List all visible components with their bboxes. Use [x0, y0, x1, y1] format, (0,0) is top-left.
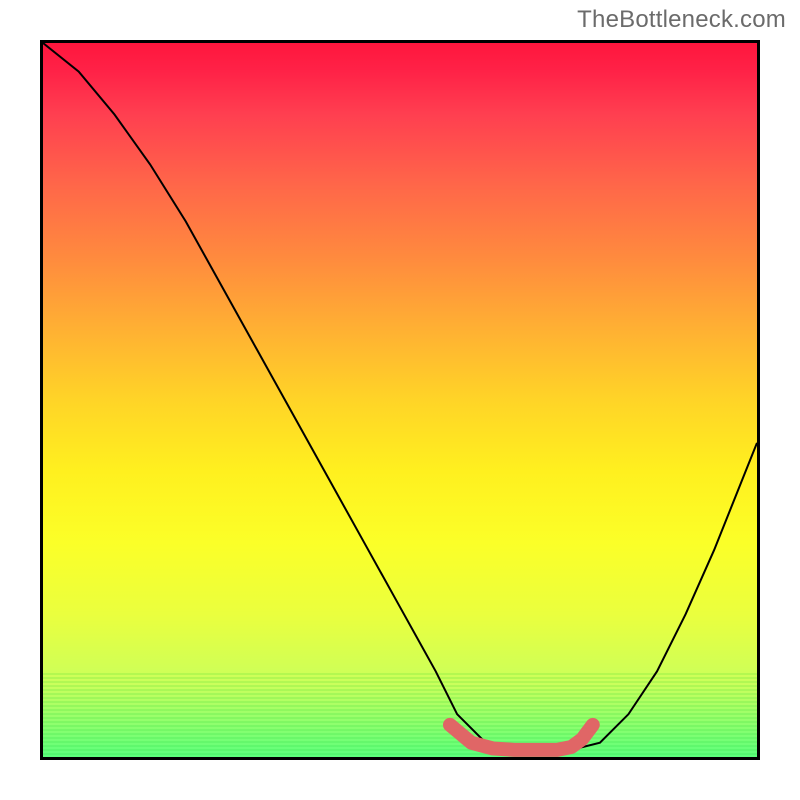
plot-area — [40, 40, 760, 760]
curve-layer — [43, 43, 757, 757]
optimal-marker-dot — [444, 718, 457, 731]
bottleneck-curve — [43, 43, 757, 750]
chart-container: TheBottleneck.com — [0, 0, 800, 800]
attribution-label: TheBottleneck.com — [577, 6, 786, 34]
